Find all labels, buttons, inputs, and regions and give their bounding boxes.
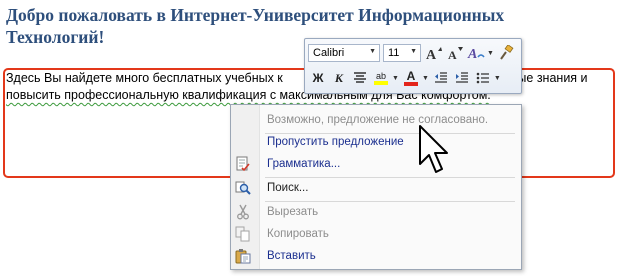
align-center-icon bbox=[354, 72, 366, 83]
shrink-font-icon: A bbox=[448, 47, 463, 61]
menu-item-label: Вырезать bbox=[267, 206, 319, 218]
menu-item-label: Пропустить предложение bbox=[267, 136, 404, 148]
scissors-icon bbox=[235, 204, 251, 220]
chevron-down-icon[interactable]: ▼ bbox=[494, 75, 501, 82]
highlight-button[interactable]: ab bbox=[371, 68, 391, 88]
grammar-icon bbox=[235, 156, 251, 172]
shrink-font-button[interactable]: A bbox=[445, 43, 465, 63]
font-size-value: 11 bbox=[388, 47, 400, 59]
font-color-swatch bbox=[403, 82, 418, 86]
increase-indent-icon bbox=[455, 72, 468, 83]
chevron-down-icon[interactable]: ▼ bbox=[392, 75, 399, 82]
italic-button[interactable]: К bbox=[329, 68, 349, 88]
svg-text:A: A bbox=[467, 47, 477, 61]
format-painter-icon bbox=[500, 45, 514, 60]
mouse-pointer-icon bbox=[419, 125, 448, 173]
font-name-value: Calibri bbox=[313, 47, 345, 59]
menu-item-grammar-suggestion: Возможно, предложение не согласовано. bbox=[259, 109, 521, 131]
chevron-down-icon[interactable]: ▼ bbox=[487, 50, 494, 57]
search-icon bbox=[235, 180, 251, 196]
font-name-combo[interactable]: Calibri ▼ bbox=[308, 44, 380, 62]
bullets-button[interactable] bbox=[473, 68, 493, 88]
decrease-indent-icon bbox=[434, 72, 447, 83]
chevron-down-icon: ▼ bbox=[369, 48, 376, 55]
menu-item-skip-sentence[interactable]: Пропустить предложение bbox=[259, 131, 521, 153]
decrease-indent-button[interactable] bbox=[431, 68, 451, 88]
copy-icon bbox=[235, 226, 251, 242]
context-menu: Возможно, предложение не согласовано. Пр… bbox=[230, 104, 522, 270]
mini-toolbar-row-1: Calibri ▼ 11 ▼ A A A ▼ bbox=[308, 42, 517, 64]
grow-font-button[interactable]: A bbox=[424, 43, 444, 63]
bold-button[interactable]: Ж bbox=[308, 68, 328, 88]
styles-icon: A bbox=[467, 47, 485, 61]
bullet-list-icon bbox=[476, 72, 489, 84]
highlight-label: ab bbox=[375, 71, 386, 81]
align-center-button[interactable] bbox=[350, 68, 370, 88]
svg-text:A: A bbox=[448, 48, 457, 61]
highlight-color-swatch bbox=[374, 81, 388, 85]
menu-item-cut: Вырезать bbox=[237, 201, 521, 223]
chevron-down-icon: ▼ bbox=[410, 48, 417, 55]
increase-indent-button[interactable] bbox=[452, 68, 472, 88]
menu-item-label: Копировать bbox=[267, 228, 329, 240]
menu-item-search[interactable]: Поиск... bbox=[235, 177, 521, 199]
svg-text:A: A bbox=[426, 48, 437, 61]
menu-item-paste[interactable]: Вставить bbox=[235, 245, 521, 267]
paste-icon bbox=[235, 248, 251, 264]
menu-item-grammar[interactable]: Грамматика... bbox=[236, 153, 521, 175]
font-size-combo[interactable]: 11 ▼ bbox=[383, 44, 421, 62]
chevron-down-icon[interactable]: ▼ bbox=[422, 75, 429, 82]
menu-item-label: Грамматика... bbox=[267, 158, 341, 170]
grow-font-icon: A bbox=[426, 47, 442, 61]
menu-item-copy: Копировать bbox=[235, 223, 521, 245]
menu-item-label: Вставить bbox=[267, 250, 316, 262]
mini-toolbar-row-2: Ж К ab ▼ A ▼ ▼ bbox=[308, 67, 503, 89]
mini-toolbar: Calibri ▼ 11 ▼ A A A ▼ Ж К ab ▼ A ▼ ▼ bbox=[304, 38, 522, 94]
menu-item-label: Возможно, предложение не согласовано. bbox=[267, 114, 489, 126]
styles-button[interactable]: A bbox=[466, 43, 486, 63]
font-color-button[interactable]: A bbox=[401, 68, 421, 88]
format-painter-button[interactable] bbox=[496, 43, 516, 63]
menu-item-label: Поиск... bbox=[267, 182, 309, 194]
font-color-label: A bbox=[406, 69, 416, 83]
